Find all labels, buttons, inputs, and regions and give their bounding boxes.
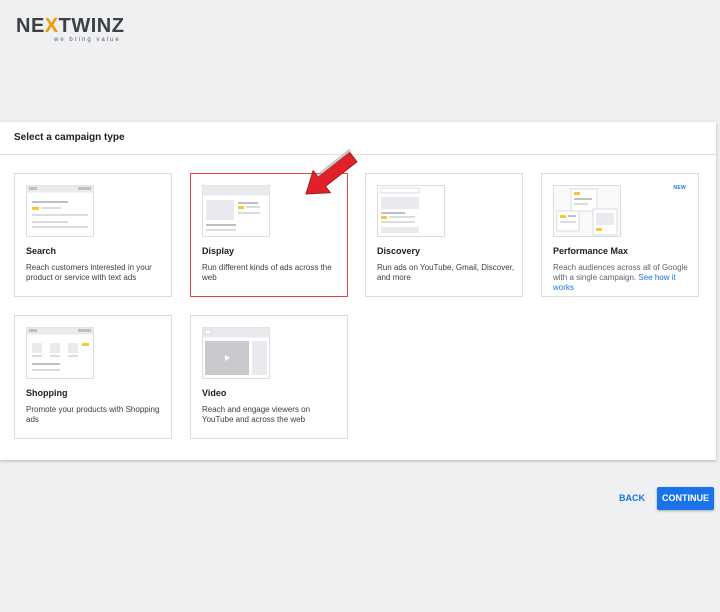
- display-ad-illustration: [202, 185, 270, 237]
- logo-tagline: we bring value: [54, 37, 121, 43]
- new-badge: NEW: [673, 185, 686, 191]
- campaign-card-video[interactable]: Video Reach and engage viewers on YouTub…: [190, 315, 348, 439]
- nextwinz-logo: NEXTWINZ we bring value: [16, 16, 136, 48]
- campaign-card-performance-max[interactable]: NEW Performance Max Reach audiences acro…: [541, 173, 699, 297]
- discovery-ad-illustration: [377, 185, 445, 237]
- card-description: Reach and engage viewers on YouTube and …: [202, 405, 311, 424]
- card-description: Promote your products with Shopping ads: [26, 405, 160, 424]
- card-description: Run ads on YouTube, Gmail, Discover, and…: [377, 263, 515, 282]
- video-ad-illustration: [202, 327, 270, 379]
- logo-wordmark: NEXTWINZ: [16, 16, 136, 36]
- card-title: Discovery: [377, 246, 421, 256]
- logo-x: X: [44, 15, 59, 37]
- back-button[interactable]: BACK: [614, 488, 650, 508]
- annotation-arrow-icon: [305, 148, 358, 195]
- card-description: Reach customers interested in your produ…: [26, 263, 152, 282]
- performance-max-illustration: [553, 185, 621, 237]
- card-title: Video: [202, 388, 227, 398]
- card-title: Display: [202, 246, 235, 256]
- logo-part: TWINZ: [58, 15, 125, 37]
- search-ad-illustration: [26, 185, 94, 237]
- logo-part: NE: [16, 15, 45, 37]
- campaign-card-search[interactable]: Search Reach customers interested in you…: [14, 173, 172, 297]
- card-title: Performance Max: [553, 246, 629, 256]
- card-description: Run different kinds of ads across the we…: [202, 263, 332, 282]
- continue-button[interactable]: CONTINUE: [657, 487, 714, 510]
- card-title: Search: [26, 246, 57, 256]
- card-description: Reach audiences across all of Google wit…: [553, 263, 691, 293]
- campaign-card-discovery[interactable]: Discovery Run ads on YouTube, Gmail, Dis…: [365, 173, 523, 297]
- shopping-ad-illustration: [26, 327, 94, 379]
- campaign-card-shopping[interactable]: Shopping Promote your products with Shop…: [14, 315, 172, 439]
- panel-title: Select a campaign type: [14, 132, 125, 143]
- card-title: Shopping: [26, 388, 68, 398]
